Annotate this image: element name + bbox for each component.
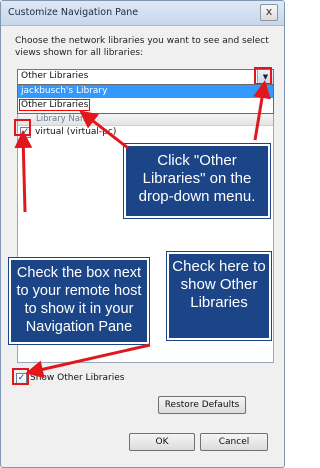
arrow-to-dropdown [253,80,271,141]
annotation-arrows [14,80,271,379]
arrow-to-show-other-checkbox [25,343,151,379]
arrow-to-other-libraries [79,110,129,150]
arrow-to-host-checkbox [14,130,33,213]
